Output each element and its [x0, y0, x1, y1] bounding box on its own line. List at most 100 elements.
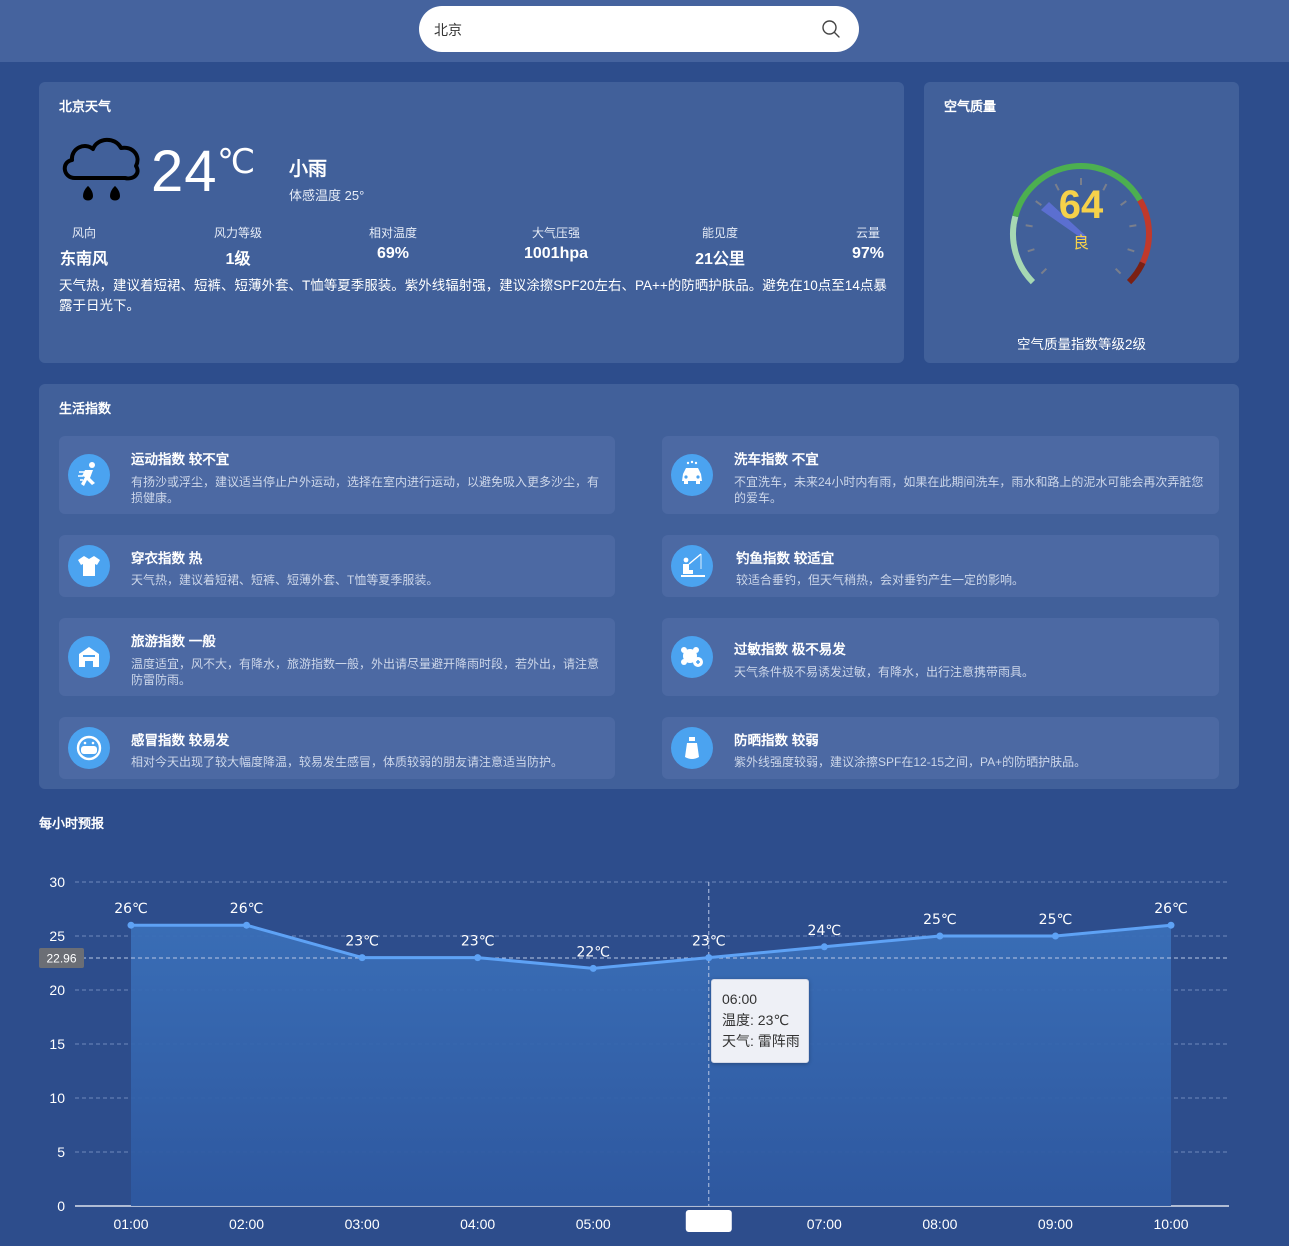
x-tick-label: 04:00: [460, 1216, 495, 1232]
crosshair-value-label: 22.96: [46, 952, 76, 966]
temperature-unit: ℃: [217, 143, 256, 181]
life-index-item-title: 穿衣指数 热: [131, 551, 203, 566]
aqi-value: 64: [1059, 183, 1104, 227]
life-index-item-title: 运动指数 较不宜: [131, 452, 230, 467]
feels-like: 体感温度 25°: [289, 188, 365, 203]
y-tick-label: 10: [49, 1090, 65, 1106]
aqi-description: 空气质量指数等级2级: [1016, 337, 1146, 352]
metric-value: 97%: [851, 245, 885, 262]
hourly-forecast-title: 每小时预报: [39, 816, 105, 831]
x-tick-label: 07:00: [807, 1216, 842, 1232]
y-tick-label: 30: [49, 874, 65, 890]
life-index-item-title: 感冒指数 较易发: [131, 733, 230, 748]
data-point: [589, 964, 597, 972]
running-icon: [68, 454, 110, 496]
x-tick-label: 01:00: [113, 1216, 148, 1232]
data-label: 22℃: [576, 944, 610, 960]
data-label: 23℃: [692, 934, 726, 950]
life-index-title: 生活指数: [59, 401, 112, 416]
x-tick-label: 03:00: [345, 1216, 380, 1232]
metric-pressure: 大气压强 1001hpa: [511, 224, 601, 263]
aqi-level: 良: [1073, 233, 1089, 252]
search-icon[interactable]: [821, 19, 841, 39]
tooltip-weather: 天气: 雷阵雨: [722, 1033, 800, 1049]
life-index-item-title: 防晒指数 较弱: [734, 733, 819, 748]
sunscreen-icon: [671, 727, 713, 769]
metric-value: 东南风: [59, 251, 108, 268]
data-point: [358, 954, 366, 962]
gauge-tick: [1129, 224, 1137, 228]
life-index-item-title: 钓鱼指数 较适宜: [736, 551, 835, 566]
metric-label: 风向: [71, 226, 96, 240]
data-label: 26℃: [230, 901, 264, 917]
y-tick-label: 20: [49, 982, 65, 998]
data-point: [936, 932, 944, 940]
data-point: [243, 921, 251, 929]
life-index-item-title: 洗车指数 不宜: [734, 452, 819, 467]
metric-label: 风力等级: [213, 226, 262, 240]
life-index-item-desc: 天气热，建议着短裙、短裤、短薄外套、T恤等夏季服装。: [131, 573, 439, 587]
life-index-item-travel: 旅游指数 一般 温度适宜，风不大，有降水，旅游指数一般，外出请尽量避开降雨时段，…: [59, 618, 615, 696]
allergy-icon: [671, 636, 713, 678]
metric-value: 1级: [225, 251, 251, 268]
air-quality-card: 空气质量 64 良 空气质量指数等级2级: [924, 82, 1239, 363]
life-index-item-carwash: 洗车指数 不宜 不宜洗车，未来24小时内有雨，如果在此期间洗车，雨水和路上的泥水…: [662, 436, 1219, 514]
life-index-item-desc: 相对今天出现了较大幅度降温，较易发生感冒，体质较弱的朋友请注意适当防护。: [131, 755, 564, 769]
temperature-value: 24: [151, 139, 218, 204]
data-point: [1167, 921, 1175, 929]
search-input[interactable]: 北京: [434, 20, 462, 40]
gauge-tick: [1102, 183, 1108, 191]
life-index-card: 生活指数 运动指数 较不宜 有扬沙或浮尘，建议适当停止户外运动，选择在室内进行运…: [39, 384, 1239, 789]
rain-cloud-icon: [62, 137, 140, 201]
life-index-item-desc: 有扬沙或浮尘，建议适当停止户外运动，选择在室内进行运动，以避免吸入更多沙尘，有损…: [131, 475, 600, 505]
life-index-item-allergy: 过敏指数 极不易发 天气条件极不易诱发过敏，有降水，出行注意携带雨具。: [662, 618, 1219, 696]
gauge-arc-worse: [1126, 261, 1146, 285]
weather-advice: 天气热，建议着短裙、短裤、短薄外套、T恤等夏季服装。紫外线辐射强，建议涂擦SPF…: [59, 278, 887, 313]
tooltip-time: 06:00: [722, 991, 758, 1007]
air-quality-title: 空气质量: [944, 99, 997, 114]
x-tick-label: 09:00: [1038, 1216, 1073, 1232]
data-label: 23℃: [345, 934, 379, 950]
metric-cloud: 云量 97%: [823, 224, 913, 263]
metric-visibility: 能见度 21公里: [675, 224, 765, 269]
top-bar: 北京: [0, 0, 1289, 62]
x-tick-label: 08:00: [922, 1216, 957, 1232]
life-index-item-desc: 不宜洗车，未来24小时内有雨，如果在此期间洗车，雨水和路上的泥水可能会再次弄脏您…: [734, 475, 1204, 505]
search-box[interactable]: 北京: [419, 6, 859, 52]
x-tick-label: 02:00: [229, 1216, 264, 1232]
gauge-tick: [1120, 200, 1127, 207]
fishing-icon: [671, 545, 713, 587]
x-tick-highlight: [685, 1210, 732, 1232]
chart-area-fill: [131, 925, 1171, 1206]
chart-tooltip: 06:00 温度: 23℃ 天气: 雷阵雨: [711, 979, 809, 1063]
y-tick-label: 15: [49, 1036, 65, 1052]
hourly-chart[interactable]: 0 5 10 15 20 25 30 22.96 26℃ 26℃ 23℃ 23℃ 22℃ 23℃ 24℃ 2…: [0, 860, 1289, 1246]
data-point: [705, 954, 713, 962]
data-label: 25℃: [1039, 912, 1073, 928]
weather-condition: 小雨: [289, 159, 328, 180]
life-index-item-desc: 紫外线强度较弱，建议涂擦SPF在12-15之间，PA+的防晒护肤品。: [734, 755, 1087, 769]
weather-title: 北京天气: [59, 99, 112, 114]
metric-value: 69%: [376, 245, 410, 262]
gauge-tick: [1127, 248, 1135, 253]
gauge-tick: [1040, 267, 1048, 275]
life-index-item-sport: 运动指数 较不宜 有扬沙或浮尘，建议适当停止户外运动，选择在室内进行运动，以避免…: [59, 436, 615, 514]
life-index-item-desc: 温度适宜，风不大，有降水，旅游指数一般，外出请尽量避开降雨时段，若外出，请注意防…: [131, 657, 600, 687]
data-label: 26℃: [1154, 901, 1188, 917]
data-point: [820, 943, 828, 951]
data-label: 23℃: [461, 934, 495, 950]
mask-icon: [68, 727, 110, 769]
metric-value: 21公里: [695, 251, 745, 268]
life-index-item-desc: 较适合垂钓，但天气稍热，会对垂钓产生一定的影响。: [736, 573, 1025, 587]
metric-label: 云量: [855, 226, 880, 240]
gauge-tick: [1027, 248, 1035, 253]
life-index-item-title: 旅游指数 一般: [131, 634, 216, 649]
metric-label: 能见度: [701, 226, 738, 240]
metric-label: 相对温度: [368, 226, 417, 240]
metric-wind-level: 风力等级 1级: [193, 224, 283, 269]
gauge-tick: [1114, 267, 1122, 275]
data-point: [474, 954, 482, 962]
metric-humidity: 相对温度 69%: [348, 224, 438, 263]
car-icon: [671, 454, 713, 496]
data-label: 24℃: [808, 923, 842, 939]
